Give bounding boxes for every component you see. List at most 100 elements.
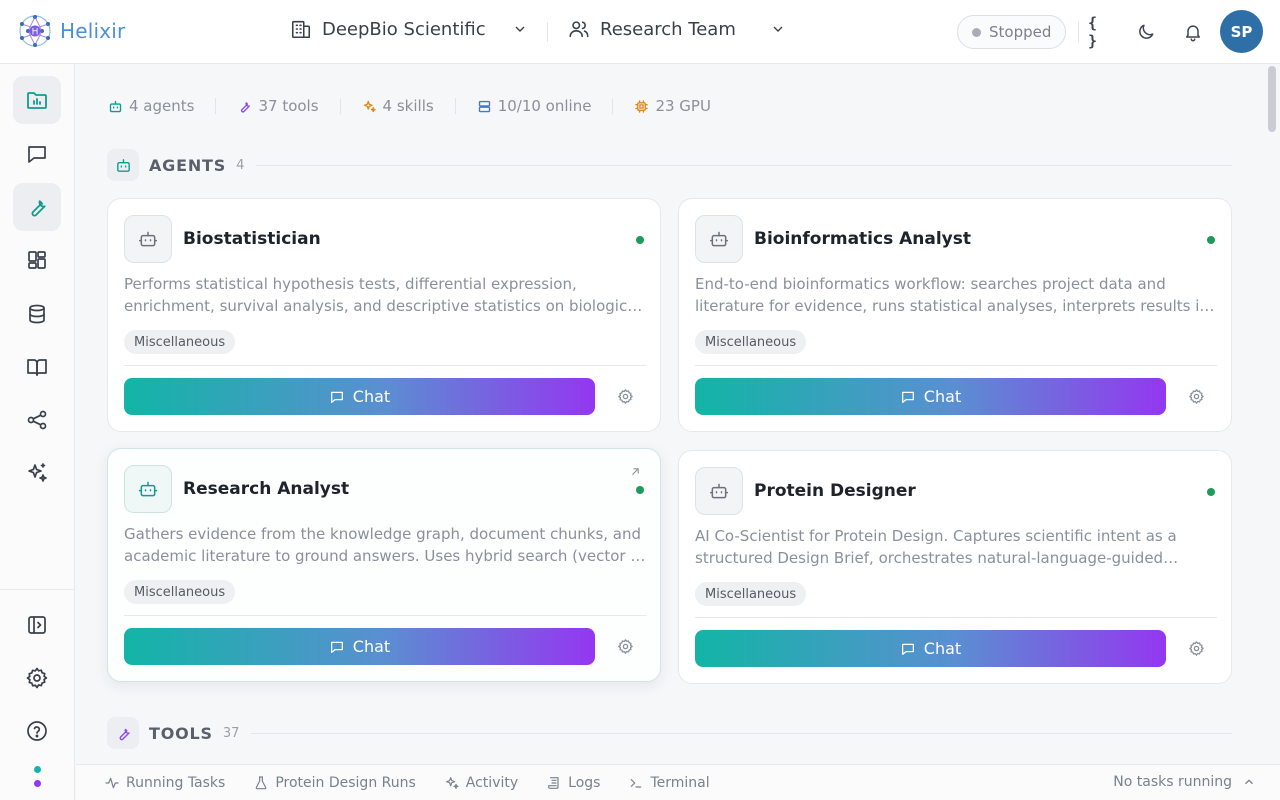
gear-icon (617, 638, 633, 654)
app-name: Helixir (60, 19, 126, 43)
status-dot (972, 27, 981, 37)
grid-icon (28, 251, 46, 269)
terminal-tab[interactable]: Terminal (628, 774, 710, 791)
chat-button[interactable]: Chat (695, 378, 1166, 415)
robot-icon (124, 465, 172, 513)
sidebar-divider (0, 589, 75, 590)
chat-bubble-icon (901, 391, 914, 403)
gear-icon (1188, 640, 1204, 656)
logs-tab[interactable]: Logs (546, 775, 600, 791)
help-icon (27, 721, 47, 741)
chat-bubble-icon (330, 641, 343, 653)
status-indicator-purple (34, 780, 41, 787)
agent-category-tag: Miscellaneous (695, 582, 807, 606)
chat-button[interactable]: Chat (695, 630, 1166, 667)
bottom-status-bar: Running Tasks Protein Design Runs Activi… (76, 764, 1280, 800)
gear-icon (26, 667, 48, 689)
main-scrollbar[interactable] (1268, 66, 1276, 132)
chip-icon (635, 99, 649, 113)
agent-card[interactable]: Research Analyst Gathers evidence from t… (107, 448, 661, 682)
sidebar-item-dashboard[interactable] (13, 236, 61, 284)
sidebar-item-projects[interactable] (13, 76, 61, 124)
building-icon (291, 20, 311, 39)
gear-icon (1188, 388, 1204, 404)
agent-card[interactable]: Biostatistician Performs statistical hyp… (107, 198, 661, 432)
online-status-dot (636, 486, 644, 494)
chevron-down-icon (515, 26, 525, 32)
sidebar-help-button[interactable] (13, 707, 61, 755)
chat-bubble-icon (901, 643, 914, 655)
header-divider (547, 22, 548, 42)
external-link-icon[interactable] (629, 465, 642, 482)
runtime-status-badge[interactable]: Stopped (957, 15, 1067, 49)
wrench-icon (31, 200, 46, 217)
team-selector[interactable]: Research Team (568, 18, 786, 40)
agent-category-tag: Miscellaneous (124, 580, 236, 604)
activity-tab[interactable]: Activity (444, 775, 518, 791)
chevron-up-icon (1245, 779, 1253, 785)
book-open-icon (27, 359, 47, 376)
stat-divider (454, 98, 456, 114)
sidebar-item-skills[interactable] (13, 449, 61, 497)
agent-name: Protein Designer (754, 481, 916, 501)
helix-logo-icon: H (19, 15, 51, 47)
bell-icon[interactable] (1181, 20, 1205, 44)
protein-design-runs-tab[interactable]: Protein Design Runs (253, 775, 416, 791)
agent-card[interactable]: Bioinformatics Analyst End-to-end bioinf… (678, 198, 1232, 432)
agent-settings-button[interactable] (614, 635, 636, 657)
flask-icon (255, 775, 267, 789)
stat-tools: 37 tools (237, 97, 319, 115)
stat-divider (339, 98, 341, 114)
terminal-icon (631, 778, 642, 788)
running-tasks-tab[interactable]: Running Tasks (104, 775, 225, 791)
sparkles-icon (445, 776, 459, 789)
sidebar-item-tools[interactable] (13, 183, 61, 231)
team-name: Research Team (600, 18, 736, 40)
terminal-label: Terminal (650, 774, 710, 791)
header-divider (1078, 22, 1079, 42)
sidebar-item-graph[interactable] (13, 396, 61, 444)
scroll-text-icon (548, 776, 559, 789)
wrench-icon (241, 101, 251, 113)
agents-section-count: 4 (236, 157, 245, 173)
org-selector[interactable]: DeepBio Scientific (290, 18, 528, 40)
stats-bar: 4 agents 37 tools 4 skills 10/10 online … (108, 97, 711, 115)
sparkles-icon (28, 463, 47, 482)
agent-card[interactable]: Protein Designer AI Co-Scientist for Pro… (678, 450, 1232, 684)
agent-description: Performs statistical hypothesis tests, d… (124, 275, 641, 315)
code-braces-icon[interactable]: { } (1088, 14, 1112, 50)
activity-label: Activity (465, 774, 519, 791)
sidebar-item-library[interactable] (13, 343, 61, 391)
user-avatar[interactable]: SP (1220, 10, 1263, 53)
sidebar-settings-button[interactable] (13, 654, 61, 702)
chat-button-label: Chat (923, 387, 962, 406)
sidebar (0, 64, 75, 800)
agent-settings-button[interactable] (614, 385, 636, 407)
stat-divider (612, 98, 614, 114)
app-logo[interactable]: H Helixir (16, 12, 125, 50)
moon-icon[interactable] (1134, 20, 1158, 44)
section-divider (251, 732, 1232, 734)
stat-gpu: 23 GPU (634, 97, 711, 115)
task-status[interactable]: No tasks running (1113, 774, 1256, 790)
server-icon (478, 100, 490, 112)
stat-tools-label: 37 tools (258, 97, 319, 115)
online-status-dot (636, 236, 644, 244)
agent-settings-button[interactable] (1185, 637, 1207, 659)
status-indicator-teal (34, 766, 41, 773)
stat-online-label: 10/10 online (497, 97, 592, 115)
robot-icon (124, 215, 172, 263)
chat-button[interactable]: Chat (124, 628, 595, 665)
org-name: DeepBio Scientific (322, 18, 486, 40)
sidebar-item-chat[interactable] (13, 130, 61, 178)
stat-divider (215, 98, 217, 114)
sidebar-item-database[interactable] (13, 290, 61, 338)
online-status-dot (1207, 488, 1215, 496)
agents-section-header: AGENTS 4 (107, 149, 1232, 181)
robot-icon (695, 467, 743, 515)
sidebar-toggle-button[interactable] (13, 601, 61, 649)
agent-settings-button[interactable] (1185, 385, 1207, 407)
running-tasks-label: Running Tasks (126, 774, 226, 791)
top-header: H Helixir DeepBio Scientific Research Te… (0, 0, 1280, 64)
chat-button[interactable]: Chat (124, 378, 595, 415)
